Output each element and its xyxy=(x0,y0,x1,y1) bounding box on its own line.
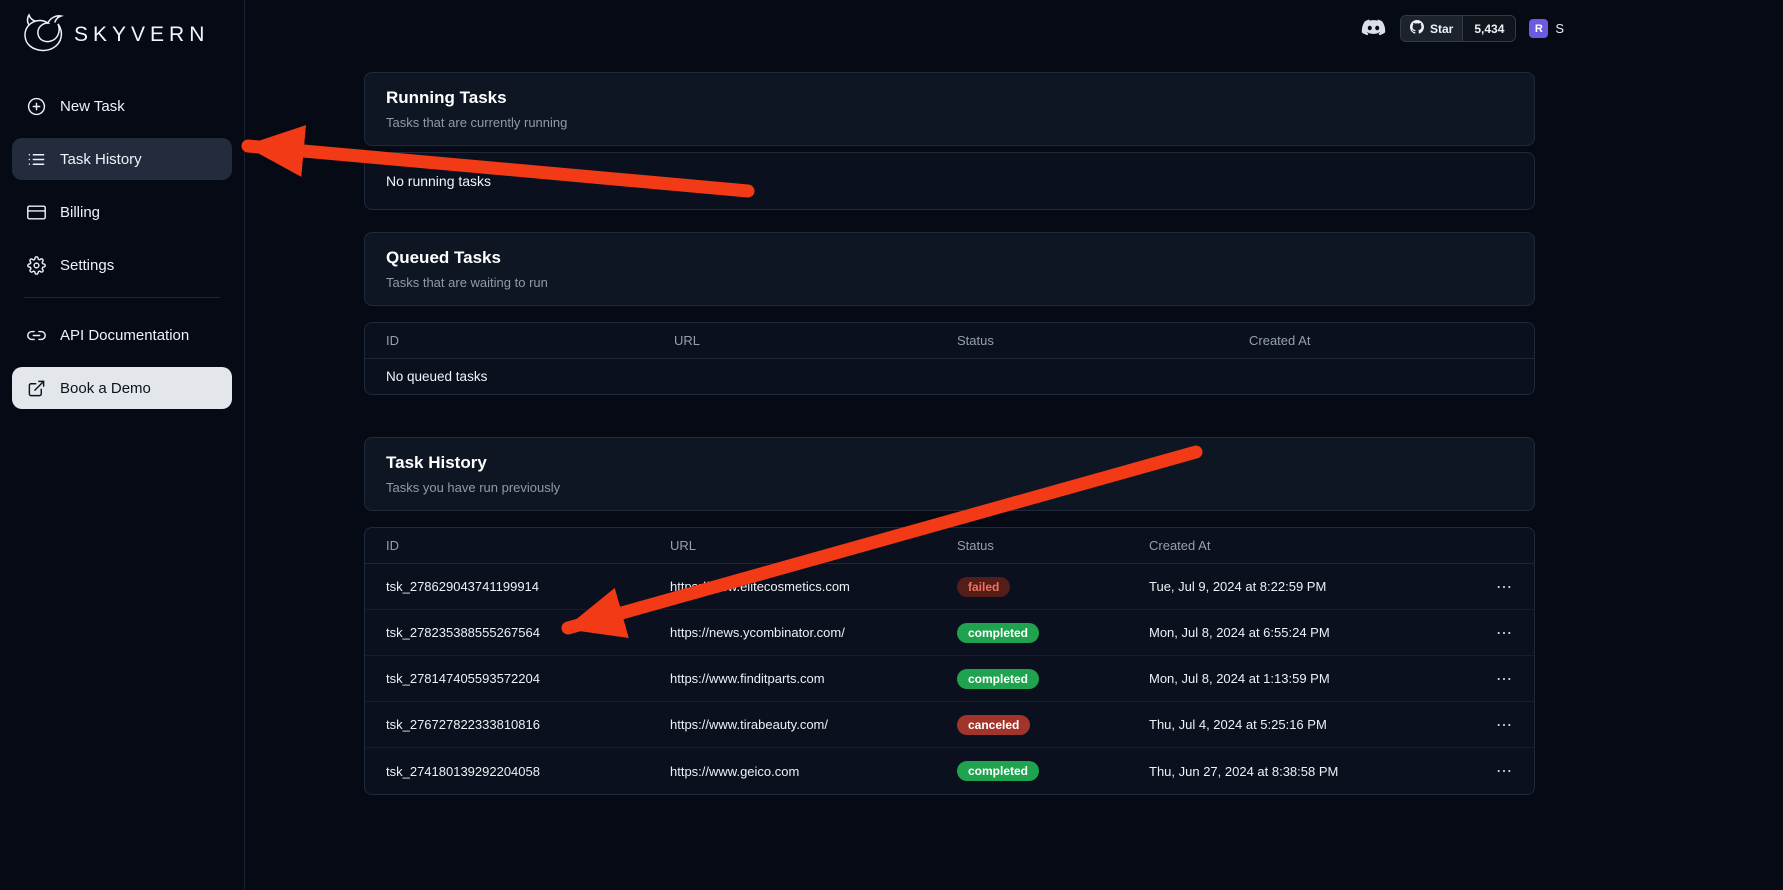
queued-tasks-table: ID URL Status Created At No queued tasks xyxy=(364,322,1535,395)
task-url-cell: https://www.elitecosmetics.com xyxy=(670,579,957,594)
row-actions-ellipsis-icon[interactable]: ⋯ xyxy=(1492,623,1513,643)
created-at-cell: Tue, Jul 9, 2024 at 8:22:59 PM xyxy=(1149,579,1492,594)
sidebar-nav: New Task Task History Billing Settings xyxy=(0,67,244,409)
column-header-id: ID xyxy=(386,538,670,553)
status-badge: completed xyxy=(957,623,1039,643)
task-id-cell: tsk_278629043741199914 xyxy=(386,579,670,594)
main-content: Running Tasks Tasks that are currently r… xyxy=(364,72,1535,817)
running-tasks-empty-text: No running tasks xyxy=(365,153,1534,209)
section-subtitle: Tasks that are currently running xyxy=(386,115,1513,130)
status-badge: completed xyxy=(957,669,1039,689)
table-row[interactable]: tsk_278629043741199914 https://www.elite… xyxy=(365,564,1534,610)
discord-icon[interactable] xyxy=(1360,15,1387,42)
column-header-created-at: Created At xyxy=(1149,538,1492,553)
column-header-status: Status xyxy=(957,333,1249,348)
row-actions-ellipsis-icon[interactable]: ⋯ xyxy=(1492,577,1513,597)
column-header-url: URL xyxy=(670,538,957,553)
task-id-cell: tsk_278147405593572204 xyxy=(386,671,670,686)
queued-tasks-header: Queued Tasks Tasks that are waiting to r… xyxy=(364,232,1535,306)
task-url-cell: https://www.geico.com xyxy=(670,764,957,779)
skyvern-dragon-icon xyxy=(20,10,66,59)
sidebar-item-billing[interactable]: Billing xyxy=(12,191,232,233)
row-actions-ellipsis-icon[interactable]: ⋯ xyxy=(1492,715,1513,735)
task-history-header: Task History Tasks you have run previous… xyxy=(364,437,1535,511)
created-at-cell: Mon, Jul 8, 2024 at 6:55:24 PM xyxy=(1149,625,1492,640)
table-row[interactable]: tsk_278235388555267564 https://news.ycom… xyxy=(365,610,1534,656)
section-title: Running Tasks xyxy=(386,88,1513,108)
github-icon xyxy=(1410,20,1424,37)
column-header-id: ID xyxy=(386,333,674,348)
sidebar-item-label: Book a Demo xyxy=(60,380,151,397)
logo[interactable]: SKYVERN xyxy=(0,0,244,67)
plus-circle-icon xyxy=(26,96,46,116)
github-star-label: Star xyxy=(1430,22,1453,36)
queued-tasks-section: Queued Tasks Tasks that are waiting to r… xyxy=(364,232,1535,395)
gear-icon xyxy=(26,255,46,275)
running-tasks-section: Running Tasks Tasks that are currently r… xyxy=(364,72,1535,210)
list-icon xyxy=(26,149,46,169)
task-id-cell: tsk_276727822333810816 xyxy=(386,717,670,732)
running-tasks-header: Running Tasks Tasks that are currently r… xyxy=(364,72,1535,146)
sidebar: SKYVERN New Task Task History Billing xyxy=(0,0,245,890)
created-at-cell: Mon, Jul 8, 2024 at 1:13:59 PM xyxy=(1149,671,1492,686)
sidebar-item-label: Settings xyxy=(60,257,114,274)
book-a-demo-button[interactable]: Book a Demo xyxy=(12,367,232,409)
section-title: Task History xyxy=(386,453,1513,473)
task-id-cell: tsk_278235388555267564 xyxy=(386,625,670,640)
sidebar-item-label: Task History xyxy=(60,151,142,168)
queued-tasks-empty-text: No queued tasks xyxy=(365,359,1534,394)
task-url-cell: https://news.ycombinator.com/ xyxy=(670,625,957,640)
column-header-url: URL xyxy=(674,333,957,348)
task-url-cell: https://www.tirabeauty.com/ xyxy=(670,717,957,732)
table-header-row: ID URL Status Created At xyxy=(365,323,1534,359)
sidebar-item-label: Billing xyxy=(60,204,100,221)
sidebar-divider xyxy=(24,297,220,298)
link-icon xyxy=(26,325,46,345)
column-header-created-at: Created At xyxy=(1249,333,1513,348)
task-history-table: ID URL Status Created At tsk_27862904374… xyxy=(364,527,1535,795)
column-header-status: Status xyxy=(957,538,1149,553)
user-name-partial: S xyxy=(1555,21,1564,36)
task-id-cell: tsk_274180139292204058 xyxy=(386,764,670,779)
sidebar-item-new-task[interactable]: New Task xyxy=(12,85,232,127)
topbar: Star 5,434 R S xyxy=(1360,15,1564,42)
sidebar-item-settings[interactable]: Settings xyxy=(12,244,232,286)
credit-card-icon xyxy=(26,202,46,222)
avatar: R xyxy=(1529,19,1548,38)
status-badge: failed xyxy=(957,577,1010,597)
sidebar-item-label: API Documentation xyxy=(60,327,189,344)
user-menu[interactable]: R S xyxy=(1529,19,1564,38)
table-row[interactable]: tsk_276727822333810816 https://www.tirab… xyxy=(365,702,1534,748)
github-star-button[interactable]: Star 5,434 xyxy=(1400,15,1516,42)
github-star-count: 5,434 xyxy=(1462,16,1515,41)
app-screen: SKYVERN New Task Task History Billing xyxy=(0,0,1783,890)
created-at-cell: Thu, Jul 4, 2024 at 5:25:16 PM xyxy=(1149,717,1492,732)
section-subtitle: Tasks you have run previously xyxy=(386,480,1513,495)
sidebar-item-api-documentation[interactable]: API Documentation xyxy=(12,314,232,356)
running-tasks-panel: No running tasks xyxy=(364,152,1535,210)
section-title: Queued Tasks xyxy=(386,248,1513,268)
logo-text: SKYVERN xyxy=(74,23,209,47)
table-header-row: ID URL Status Created At xyxy=(365,528,1534,564)
task-url-cell: https://www.finditparts.com xyxy=(670,671,957,686)
task-history-section: Task History Tasks you have run previous… xyxy=(364,437,1535,795)
status-badge: canceled xyxy=(957,715,1030,735)
row-actions-ellipsis-icon[interactable]: ⋯ xyxy=(1492,669,1513,689)
created-at-cell: Thu, Jun 27, 2024 at 8:38:58 PM xyxy=(1149,764,1492,779)
row-actions-ellipsis-icon[interactable]: ⋯ xyxy=(1492,761,1513,781)
status-badge: completed xyxy=(957,761,1039,781)
external-link-icon xyxy=(26,378,46,398)
sidebar-item-task-history[interactable]: Task History xyxy=(12,138,232,180)
table-row[interactable]: tsk_274180139292204058 https://www.geico… xyxy=(365,748,1534,794)
section-subtitle: Tasks that are waiting to run xyxy=(386,275,1513,290)
table-row[interactable]: tsk_278147405593572204 https://www.findi… xyxy=(365,656,1534,702)
sidebar-item-label: New Task xyxy=(60,98,125,115)
